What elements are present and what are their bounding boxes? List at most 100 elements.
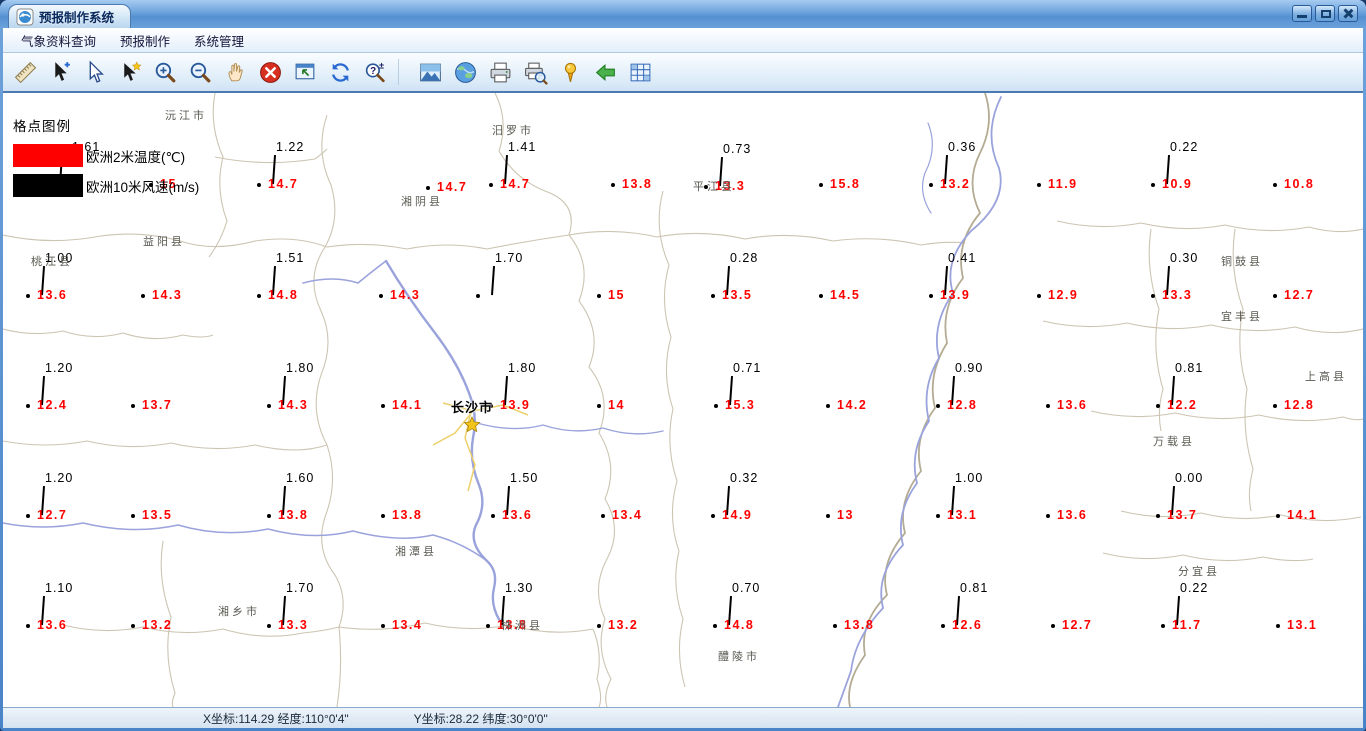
station-dot [711,294,715,298]
globe-button[interactable] [449,57,482,87]
zoom-in-button[interactable] [149,57,182,87]
temperature-value: 14.7 [437,180,468,194]
wind-speed-value: 1.20 [45,471,74,485]
print-preview-button[interactable] [519,57,552,87]
restore-button[interactable] [1315,5,1335,22]
wind-speed-value: 1.70 [286,581,315,595]
station-dot [826,404,830,408]
temperature-value: 13.6 [1057,398,1088,412]
refresh-icon [332,62,349,82]
temperature-value: 13.1 [1287,618,1318,632]
place-label: 湘乡市 [218,606,260,618]
minimize-icon [1297,15,1307,18]
minimize-button[interactable] [1292,5,1312,22]
temperature-value: 13.4 [392,618,423,632]
identify-button[interactable]: ? ± [359,57,392,87]
station-dot [1276,514,1280,518]
temperature-value: 12.7 [1062,618,1093,632]
status-bar: X坐标:114.29 经度:110°0'4" Y坐标:28.22 纬度:30°0… [3,707,1363,728]
temperature-value: 13.4 [612,508,643,522]
select-button[interactable] [79,57,112,87]
station-dot [713,624,717,628]
station-dot [26,404,30,408]
pan-button[interactable] [219,57,252,87]
station-dot [1273,294,1277,298]
station-dot [1151,183,1155,187]
location-pin-icon [564,62,577,82]
temperature-value: 14.2 [837,398,868,412]
station-dot [1046,404,1050,408]
identify-zoom-icon: ?± [365,60,385,82]
station-dot [257,183,261,187]
station-dot [1051,624,1055,628]
back-button[interactable] [589,57,622,87]
clear-button[interactable] [254,57,287,87]
wind-speed-value: 1.20 [45,361,74,375]
globe-icon [455,61,476,83]
wind-speed-value: 1.80 [508,361,537,375]
print-preview-icon [525,62,548,85]
station-dot [826,514,830,518]
restore-icon [1321,10,1331,18]
place-label: 宜丰县 [1221,311,1263,323]
station-dot [491,514,495,518]
refresh-button[interactable] [324,57,357,87]
select-star-button[interactable] [114,57,147,87]
wind-speed-value: 1.80 [286,361,315,375]
temperature-value: 10.8 [1284,177,1315,191]
wind-speed-value: 1.51 [276,251,305,265]
wind-speed-value: 1.10 [45,581,74,595]
station-dot [597,404,601,408]
station-dot [381,404,385,408]
station-dot [257,294,261,298]
menu-item-weather-data-query[interactable]: 气象资料查询 [9,28,108,53]
pointer-plus-icon [55,61,70,81]
temperature-value: 12.7 [1284,288,1315,302]
station-dot [819,183,823,187]
zoom-out-button[interactable] [184,57,217,87]
print-button[interactable] [484,57,517,87]
wind-speed-value: 1.60 [286,471,315,485]
status-y-coordinate: Y坐标:28.22 纬度:30°0'0" [413,711,548,726]
temperature-value: 13 [837,508,854,522]
close-button[interactable] [1338,5,1358,22]
legend-panel: 格点图例 欧洲2米温度(℃) 欧洲10米风速(m/s) [13,115,199,204]
legend-title: 格点图例 [13,119,71,134]
station-dot [1276,624,1280,628]
menu-item-forecast-production[interactable]: 预报制作 [108,28,182,53]
full-extent-button[interactable] [289,57,322,87]
measure-button[interactable] [9,57,42,87]
menu-item-system-management[interactable]: 系统管理 [182,28,256,53]
place-label: 铜鼓县 [1221,256,1263,268]
station-dot [819,294,823,298]
temperature-value: 13.7 [142,398,173,412]
locate-button[interactable] [554,57,587,87]
station-dot [611,183,615,187]
map-canvas[interactable]: 格点图例 欧洲2米温度(℃) 欧洲10米风速(m/s) 沅江市 汨罗市 湘阴县 平江县… [3,93,1363,707]
temperature-value: 13.2 [940,177,971,191]
basemap-image-icon [420,63,441,81]
station-dot [1273,183,1277,187]
temperature-value: 13.9 [940,288,971,302]
temperature-value: 13.3 [278,618,309,632]
temperature-value: 13.8 [622,177,653,191]
temperature-value: 10.9 [1162,177,1193,191]
temperature-value: 12.8 [1284,398,1315,412]
station-dot [1156,514,1160,518]
window-controls [1292,5,1358,22]
station-dot [936,514,940,518]
legend-row-wind: 欧洲10米风速(m/s) [13,174,199,197]
wind-speed-value: 1.50 [510,471,539,485]
station-dot [476,294,480,298]
basemap-button[interactable] [414,57,447,87]
temperature-value: 15.3 [725,398,756,412]
temperature-value: 14.3 [390,288,421,302]
select-add-button[interactable] [44,57,77,87]
station-dot [711,514,715,518]
legend-label-wind: 欧洲10米风速(m/s) [86,179,200,195]
temperature-value: 13.2 [608,618,639,632]
grid-button[interactable] [624,57,657,87]
wind-speed-value: 0.00 [1175,471,1204,485]
toolbar: ? ± [3,53,1363,93]
temperature-value: 14.5 [830,288,861,302]
